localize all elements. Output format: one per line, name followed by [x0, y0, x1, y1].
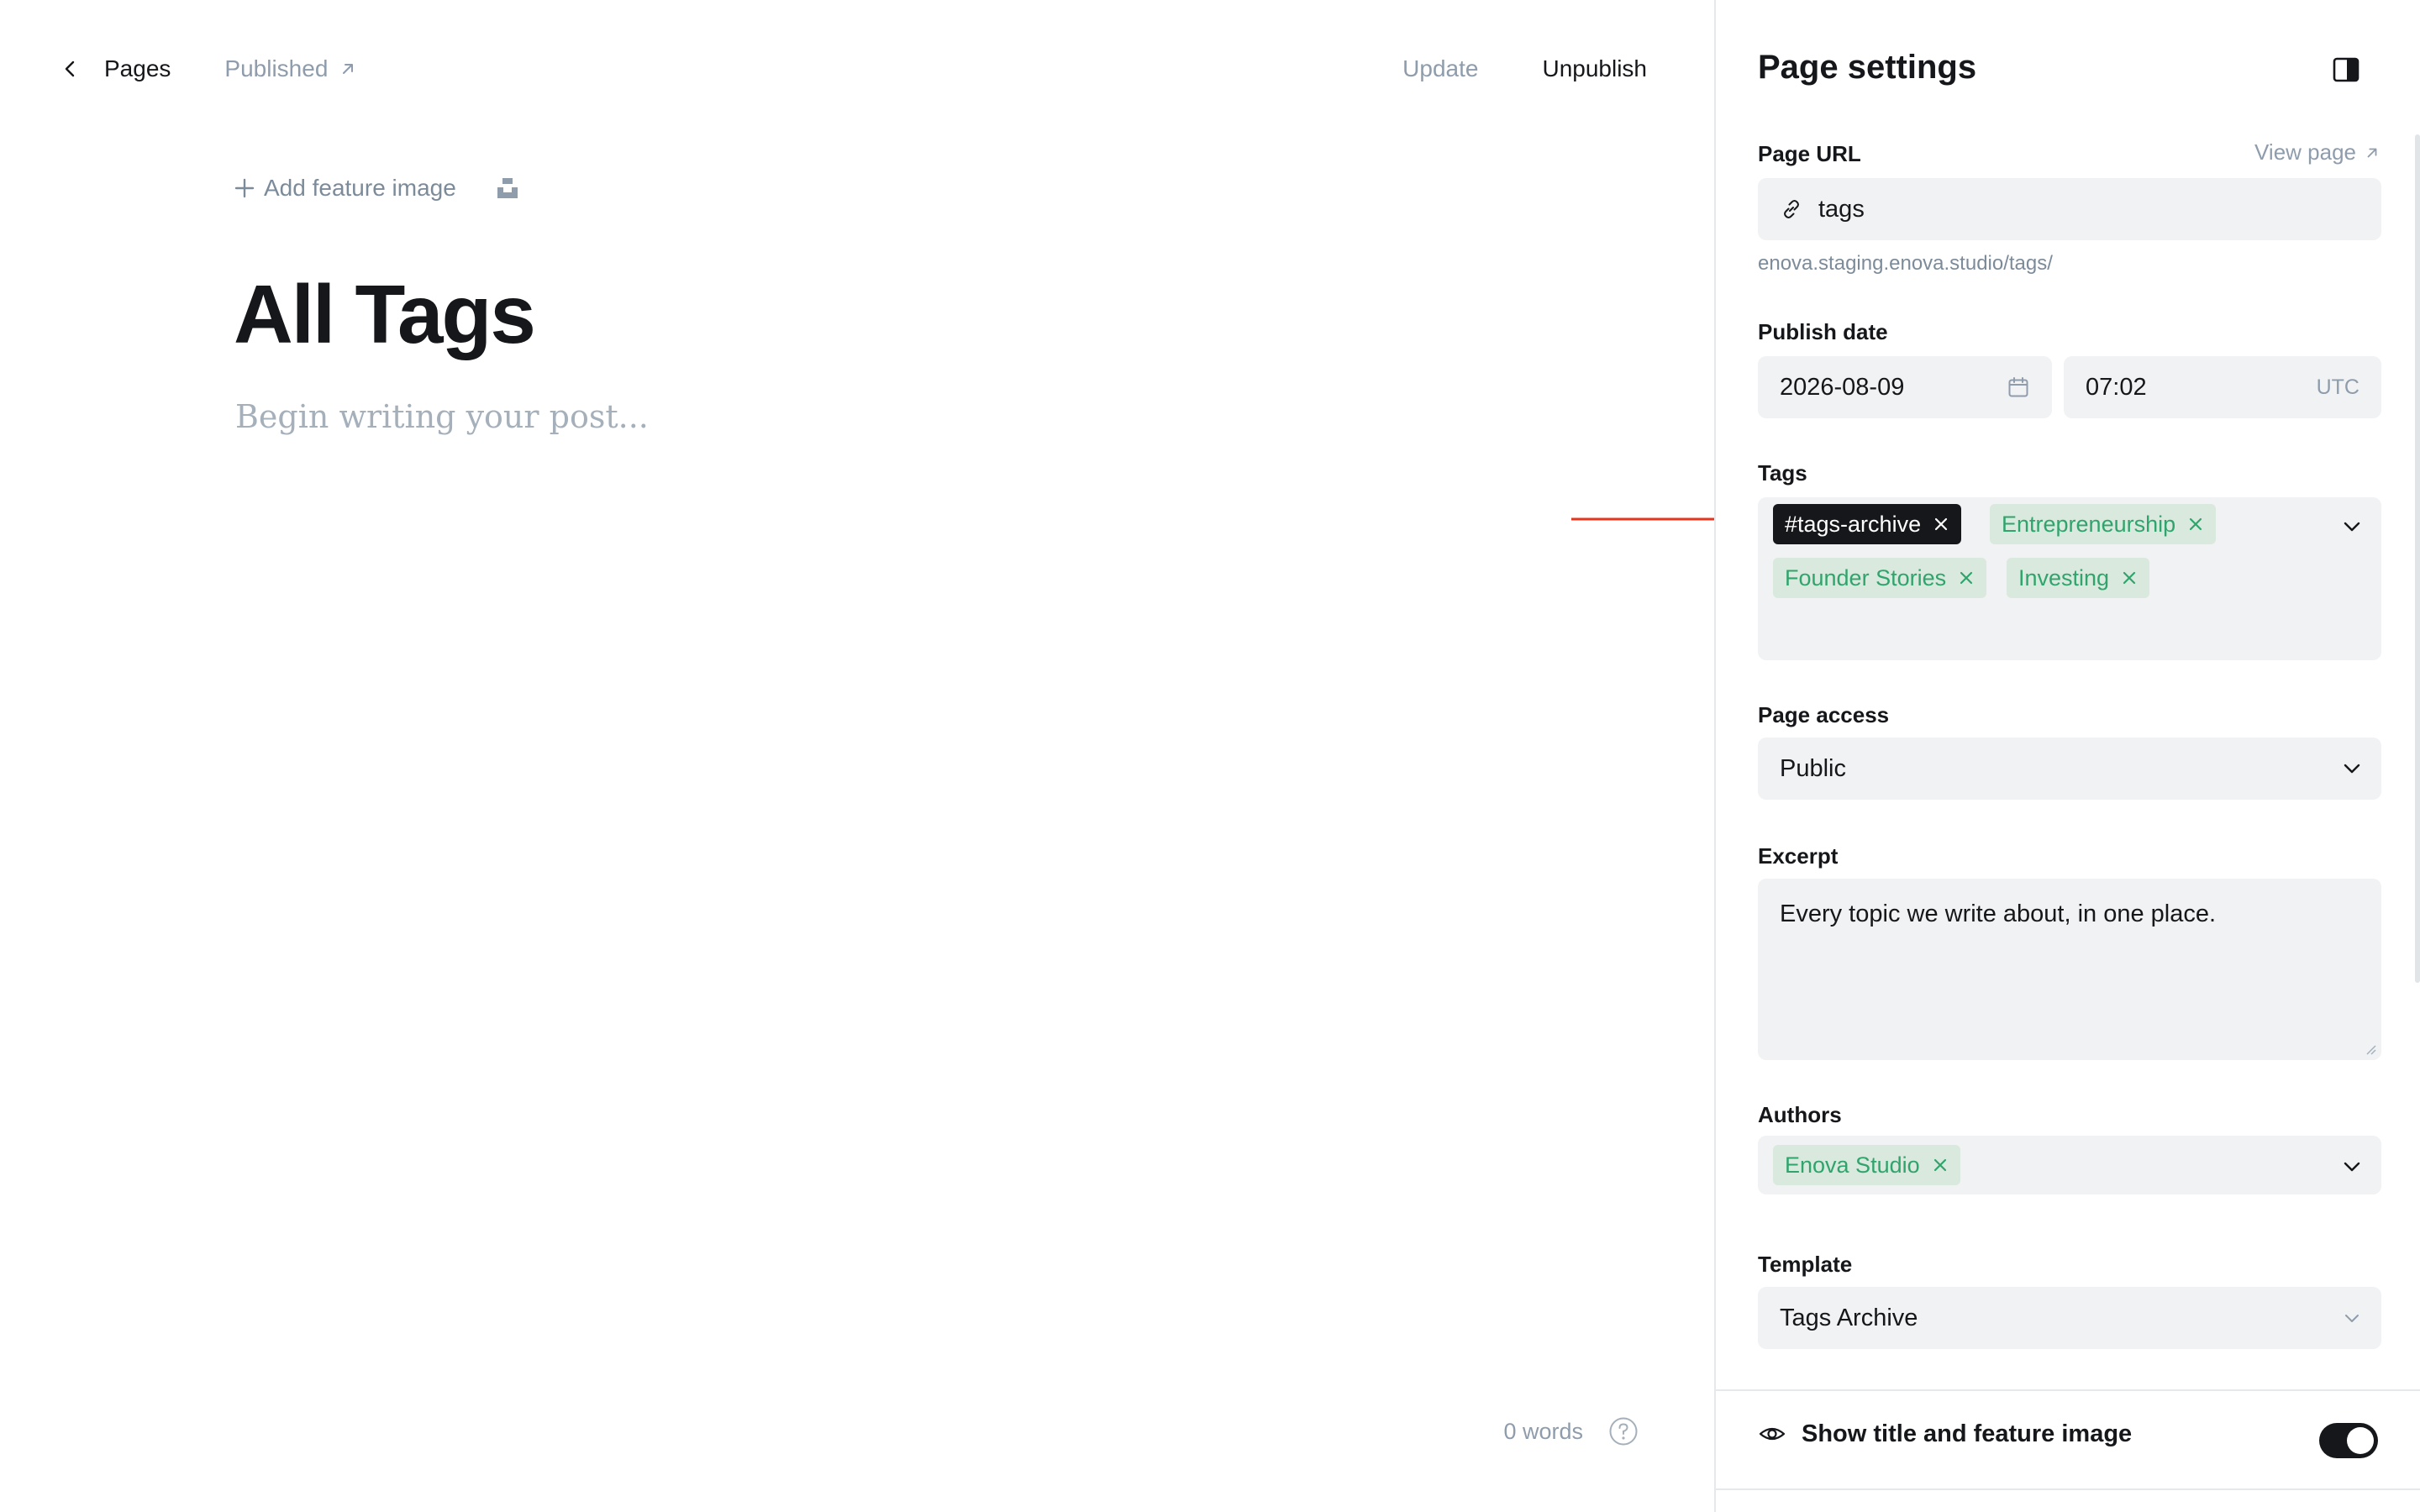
publish-date-label: Publish date [1758, 319, 1888, 344]
post-title[interactable]: All Tags [234, 267, 536, 362]
excerpt-textarea[interactable]: Every topic we write about, in one place… [1758, 879, 2381, 1060]
back-to-pages-button[interactable]: Pages [60, 55, 171, 82]
page-url-label: Page URL [1758, 141, 1861, 166]
status-label: Published [224, 55, 329, 81]
toggle-knob [2347, 1427, 2374, 1454]
unpublish-button[interactable]: Unpublish [1542, 55, 1647, 82]
template-value: Tags Archive [1780, 1304, 1918, 1331]
back-label: Pages [104, 55, 171, 81]
editor-area: Pages Published Update Unpublish Add fea… [0, 0, 1714, 1512]
resize-grip-icon[interactable] [2365, 1043, 2376, 1055]
post-body-editor[interactable]: Begin writing your post... [235, 398, 649, 435]
view-page-label: View page [2254, 139, 2356, 165]
authors-label: Authors [1758, 1102, 1842, 1127]
publish-time-value: 07:02 [2086, 373, 2147, 401]
excerpt-label: Excerpt [1758, 843, 1839, 869]
add-feature-image-button[interactable]: Add feature image [234, 175, 456, 202]
timezone-label: UTC [2316, 375, 2360, 399]
show-title-row: Show title and feature image [1758, 1420, 2132, 1448]
close-icon[interactable] [2121, 570, 2138, 586]
close-icon[interactable] [1958, 570, 1975, 586]
tag-chip[interactable]: Founder Stories [1773, 558, 1987, 598]
close-icon[interactable] [1933, 516, 1949, 533]
tag-chip-label: #tags-archive [1785, 511, 1922, 537]
tag-chip[interactable]: Entrepreneurship [1990, 504, 2217, 544]
link-icon [1784, 200, 1799, 218]
chevron-down-icon [2344, 764, 2360, 774]
tags-label: Tags [1758, 460, 1807, 486]
page-url-hint: enova.staging.enova.studio/tags/ [1758, 252, 2053, 275]
tags-input[interactable]: #tags-archive Entrepreneurship Founder S… [1758, 497, 2381, 660]
section-divider [1716, 1488, 2420, 1490]
page-access-value: Public [1780, 754, 1846, 782]
excerpt-value: Every topic we write about, in one place… [1780, 900, 2217, 927]
page-url-value: tags [1818, 195, 1865, 223]
tag-chip-label: Investing [2018, 564, 2110, 591]
calendar-icon[interactable] [2007, 375, 2030, 399]
show-title-toggle[interactable] [2319, 1423, 2378, 1458]
page-access-label: Page access [1758, 702, 1890, 727]
chevron-down-icon [2345, 1315, 2359, 1322]
author-chip[interactable]: Enova Studio [1773, 1145, 1960, 1185]
update-button[interactable]: Update [1402, 55, 1478, 82]
feature-image-row: Add feature image [234, 171, 520, 205]
publish-date-input[interactable]: 2026-08-09 [1758, 356, 2052, 418]
chevron-down-icon[interactable] [2341, 516, 2363, 538]
close-icon[interactable] [1932, 1157, 1949, 1173]
editor-topbar-right: Update Unpublish [1402, 50, 1647, 87]
template-label: Template [1758, 1252, 1853, 1277]
chevron-left-icon [65, 60, 75, 77]
external-arrow-icon [343, 64, 354, 74]
editor-topbar-left: Pages Published [60, 50, 356, 87]
eye-icon [1759, 1427, 1786, 1441]
tag-chip-internal[interactable]: #tags-archive [1773, 504, 1962, 544]
view-page-link[interactable]: View page [2254, 139, 2380, 165]
tag-chip[interactable]: Investing [2007, 558, 2150, 598]
page-url-input[interactable]: tags [1758, 178, 2381, 240]
close-icon[interactable] [2187, 516, 2204, 533]
author-chip-label: Enova Studio [1785, 1152, 1920, 1178]
word-count-label: 0 words [1503, 1418, 1583, 1444]
sidebar-toggle-icon[interactable] [2333, 57, 2360, 82]
panel-scrollbar[interactable] [2415, 134, 2420, 983]
external-arrow-icon [2367, 148, 2377, 157]
tag-chip-label: Founder Stories [1785, 564, 1947, 591]
page-access-select[interactable]: Public [1758, 738, 2381, 800]
authors-input[interactable]: Enova Studio [1758, 1136, 2381, 1194]
publish-date-value: 2026-08-09 [1780, 373, 1905, 401]
section-divider [1716, 1389, 2420, 1391]
plus-icon [234, 178, 255, 198]
word-count: 0 words [1503, 1416, 1639, 1446]
add-feature-label: Add feature image [264, 175, 456, 201]
template-select[interactable]: Tags Archive [1758, 1287, 2381, 1349]
chevron-down-icon[interactable] [2341, 1156, 2363, 1178]
unsplash-icon[interactable] [495, 176, 520, 201]
show-title-label: Show title and feature image [1802, 1420, 2133, 1447]
page-settings-panel: Page settings Page URL View page tags en… [1714, 0, 2420, 1512]
panel-title: Page settings [1758, 49, 1977, 86]
published-status-link[interactable]: Published [224, 55, 356, 82]
tag-chip-label: Entrepreneurship [2002, 511, 2176, 537]
help-icon[interactable] [1608, 1416, 1639, 1446]
publish-time-input[interactable]: 07:02 UTC [2064, 356, 2381, 418]
